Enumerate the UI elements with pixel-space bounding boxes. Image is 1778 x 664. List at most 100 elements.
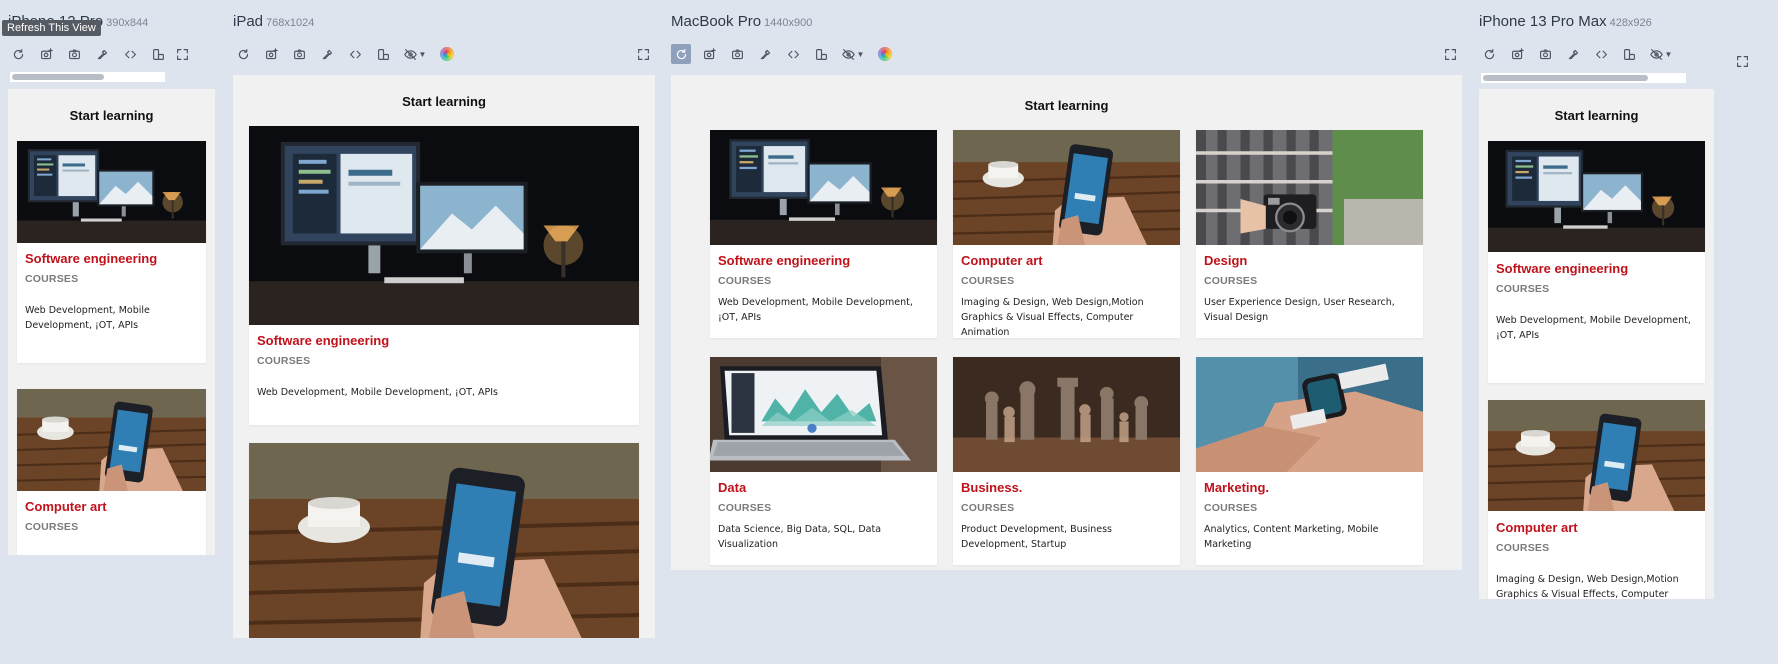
expand-icon: [176, 48, 188, 60]
course-card-marketing[interactable]: Marketing. COURSES Analytics, Content Ma…: [1196, 357, 1423, 565]
refresh-button[interactable]: [233, 44, 253, 64]
fullscreen-button[interactable]: [174, 46, 190, 62]
card-title[interactable]: Computer art: [1496, 520, 1699, 535]
eye-slash-icon: [403, 48, 417, 60]
eyedropper-icon: [97, 49, 107, 59]
card-title[interactable]: Computer art: [961, 253, 1174, 268]
course-card-software-engineering[interactable]: Software engineering COURSES Web Develop…: [710, 130, 937, 338]
device-viewport: Start learning Software engineering COUR…: [671, 75, 1462, 570]
color-picker-button[interactable]: [317, 44, 337, 64]
color-picker-button[interactable]: [755, 44, 775, 64]
rotate-device-icon: [1623, 48, 1635, 60]
color-picker-button[interactable]: [1563, 44, 1583, 64]
course-card-computer-art[interactable]: Computer art COURSES: [17, 389, 206, 555]
visibility-dropdown[interactable]: ▼: [1647, 44, 1675, 64]
device-title: MacBook Pro 1440x900: [671, 13, 813, 30]
chevron-down-icon: ▼: [1664, 49, 1673, 59]
course-card-computer-art[interactable]: Computer art COURSES Imaging & Design, W…: [1488, 400, 1705, 599]
course-card-computer-art[interactable]: [249, 443, 639, 638]
refresh-icon: [676, 48, 686, 59]
card-kicker: COURSES: [1204, 502, 1258, 514]
inspect-button[interactable]: [345, 44, 365, 64]
course-card-software-engineering[interactable]: Software engineering COURSES Web Develop…: [17, 141, 206, 363]
course-card-data[interactable]: Data COURSES Data Science, Big Data, SQL…: [710, 357, 937, 565]
browser-button[interactable]: [437, 44, 457, 64]
eyedropper-icon: [322, 49, 332, 59]
device-toolbar: ▼: [233, 44, 465, 64]
card-kicker: COURSES: [1496, 542, 1550, 554]
chevron-down-icon: ▼: [418, 49, 427, 59]
expand-icon: [637, 48, 649, 60]
scrollbar-thumb[interactable]: [1483, 75, 1648, 81]
card-kicker: COURSES: [1496, 283, 1550, 295]
rotate-button[interactable]: [373, 44, 393, 64]
inspect-button[interactable]: [1591, 44, 1611, 64]
card-title[interactable]: Business.: [961, 480, 1174, 495]
expand-icon: [1736, 55, 1748, 67]
refresh-button[interactable]: [1479, 44, 1499, 64]
camera-plus-icon: [40, 47, 53, 59]
refresh-button[interactable]: [8, 44, 28, 64]
horizontal-scrollbar[interactable]: [1481, 73, 1686, 83]
tooltip: Refresh This View: [2, 20, 101, 36]
page-heading: Start learning: [1024, 98, 1109, 113]
rotate-button[interactable]: [148, 44, 168, 64]
inspect-button[interactable]: [120, 44, 140, 64]
rotate-button[interactable]: [811, 44, 831, 64]
card-kicker: COURSES: [718, 502, 772, 514]
course-card-business[interactable]: Business. COURSES Product Development, B…: [953, 357, 1180, 565]
course-card-design[interactable]: Design COURSES User Experience Design, U…: [1196, 130, 1423, 338]
screenshot-button[interactable]: [289, 44, 309, 64]
desk-monitors-photo: [1488, 141, 1705, 252]
card-title[interactable]: Design: [1204, 253, 1417, 268]
browser-icon: [878, 47, 892, 61]
fullscreen-button[interactable]: [1442, 46, 1458, 62]
screenshot-full-button[interactable]: [1507, 44, 1527, 64]
color-picker-button[interactable]: [92, 44, 112, 64]
refresh-icon: [238, 48, 248, 59]
page-heading: Start learning: [402, 94, 486, 109]
screenshot-full-button[interactable]: [261, 44, 281, 64]
rotate-device-icon: [377, 48, 389, 60]
course-card-software-engineering[interactable]: Software engineering COURSES Web Develop…: [249, 126, 639, 425]
card-title[interactable]: Software engineering: [25, 251, 200, 266]
card-title[interactable]: Software engineering: [718, 253, 931, 268]
browser-icon: [440, 47, 454, 61]
screenshot-button[interactable]: [727, 44, 747, 64]
chess-photo: [953, 357, 1180, 472]
rotate-device-icon: [152, 48, 164, 60]
scrollbar-thumb[interactable]: [12, 74, 104, 80]
fullscreen-button[interactable]: [1734, 53, 1750, 69]
card-description: Web Development, Mobile Development, ¡OT…: [25, 305, 150, 331]
card-kicker: COURSES: [1204, 275, 1258, 287]
screenshot-full-button[interactable]: [699, 44, 719, 64]
inspect-button[interactable]: [783, 44, 803, 64]
camera-icon: [293, 48, 305, 59]
card-title[interactable]: Software engineering: [257, 333, 633, 348]
card-description: Data Science, Big Data, SQL, Data Visual…: [718, 524, 882, 550]
card-title[interactable]: Computer art: [25, 499, 200, 514]
fullscreen-button[interactable]: [635, 46, 651, 62]
hand-phone-photo: [1488, 400, 1705, 511]
card-title[interactable]: Marketing.: [1204, 480, 1417, 495]
code-icon: [124, 50, 136, 58]
screenshot-button[interactable]: [64, 44, 84, 64]
card-description: Web Development, Mobile Development, ¡OT…: [718, 297, 913, 323]
hand-phone-photo: [249, 443, 639, 638]
horizontal-scrollbar[interactable]: [10, 72, 165, 82]
course-card-software-engineering[interactable]: Software engineering COURSES Web Develop…: [1488, 141, 1705, 383]
screenshot-button[interactable]: [1535, 44, 1555, 64]
visibility-dropdown[interactable]: ▼: [401, 44, 429, 64]
card-kicker: COURSES: [961, 502, 1015, 514]
screenshot-full-button[interactable]: [36, 44, 56, 64]
rotate-button[interactable]: [1619, 44, 1639, 64]
refresh-button[interactable]: [671, 44, 691, 64]
card-title[interactable]: Software engineering: [1496, 261, 1699, 276]
visibility-dropdown[interactable]: ▼: [839, 44, 867, 64]
course-card-computer-art[interactable]: Computer art COURSES Imaging & Design, W…: [953, 130, 1180, 338]
browser-button[interactable]: [875, 44, 895, 64]
device-viewport: Start learning Software engineering COUR…: [1479, 89, 1714, 599]
card-title[interactable]: Data: [718, 480, 931, 495]
eyedropper-icon: [1568, 49, 1578, 59]
card-description: Web Development, Mobile Development, ¡OT…: [257, 387, 499, 398]
